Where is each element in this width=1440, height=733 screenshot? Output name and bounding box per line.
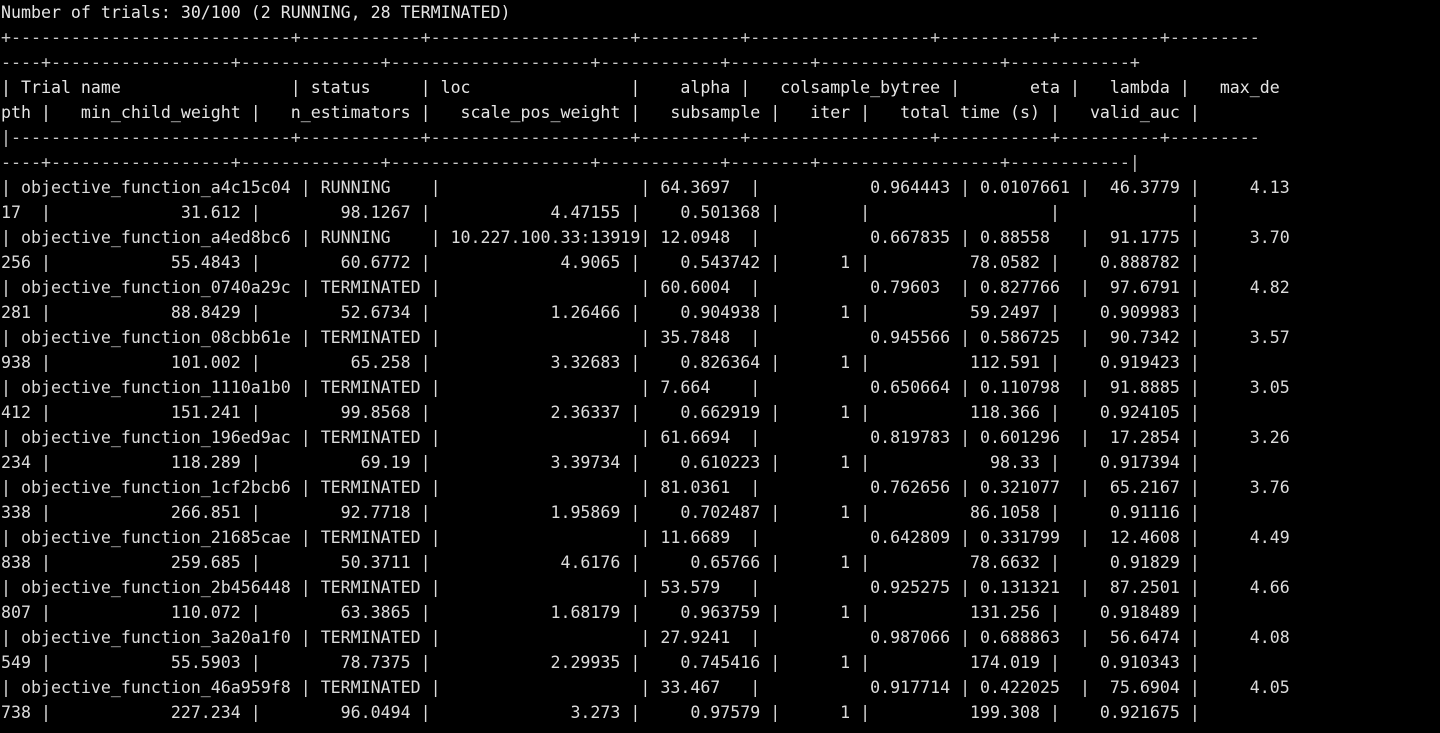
terminal-line-header: | Trial name | status | loc | alpha | co… (1, 78, 1280, 97)
terminal-line-row: 738 | 227.234 | 96.0494 | 3.273 | 0.9757… (1, 703, 1200, 722)
terminal-output[interactable]: Number of trials: 30/100 (2 RUNNING, 28 … (0, 0, 1440, 733)
terminal-line-row: | objective_function_08cbb61e | TERMINAT… (1, 328, 1290, 347)
terminal-line-row: | objective_function_1cf2bcb6 | TERMINAT… (1, 478, 1290, 497)
terminal-line-header: pth | min_child_weight | n_estimators | … (1, 103, 1200, 122)
terminal-line-row: 838 | 259.685 | 50.3711 | 4.6176 | 0.657… (1, 553, 1200, 572)
terminal-line-row: | objective_function_21685cae | TERMINAT… (1, 528, 1290, 547)
terminal-line-row: 549 | 55.5903 | 78.7375 | 2.29935 | 0.74… (1, 653, 1200, 672)
terminal-line-summary: Number of trials: 30/100 (2 RUNNING, 28 … (1, 3, 511, 22)
terminal-line-row: 281 | 88.8429 | 52.6734 | 1.26466 | 0.90… (1, 303, 1200, 322)
terminal-line-row: | objective_function_a4ed8bc6 | RUNNING … (1, 228, 1290, 247)
terminal-line-row: 807 | 110.072 | 63.3865 | 1.68179 | 0.96… (1, 603, 1200, 622)
terminal-line-rule: ----+------------------+--------------+-… (1, 153, 1140, 172)
terminal-line-row: 17 | 31.612 | 98.1267 | 4.47155 | 0.5013… (1, 203, 1200, 222)
terminal-line-rule: ----+------------------+--------------+-… (1, 53, 1140, 72)
terminal-line-rule: |----------------------------+----------… (1, 128, 1260, 147)
terminal-line-row: 412 | 151.241 | 99.8568 | 2.36337 | 0.66… (1, 403, 1200, 422)
terminal-line-row: | objective_function_1110a1b0 | TERMINAT… (1, 378, 1290, 397)
terminal-line-row: 256 | 55.4843 | 60.6772 | 4.9065 | 0.543… (1, 253, 1200, 272)
terminal-line-row: | objective_function_a4c15c04 | RUNNING … (1, 178, 1290, 197)
terminal-line-row: 938 | 101.002 | 65.258 | 3.32683 | 0.826… (1, 353, 1200, 372)
terminal-line-rule: +----------------------------+----------… (1, 28, 1260, 47)
terminal-line-row: 338 | 266.851 | 92.7718 | 1.95869 | 0.70… (1, 503, 1200, 522)
terminal-line-row: 234 | 118.289 | 69.19 | 3.39734 | 0.6102… (1, 453, 1200, 472)
terminal-line-row: | objective_function_3a20a1f0 | TERMINAT… (1, 628, 1290, 647)
terminal-line-row: | objective_function_0740a29c | TERMINAT… (1, 278, 1290, 297)
terminal-line-row: | objective_function_2b456448 | TERMINAT… (1, 578, 1290, 597)
terminal-line-row: | objective_function_196ed9ac | TERMINAT… (1, 428, 1290, 447)
terminal-line-row: | objective_function_46a959f8 | TERMINAT… (1, 678, 1290, 697)
